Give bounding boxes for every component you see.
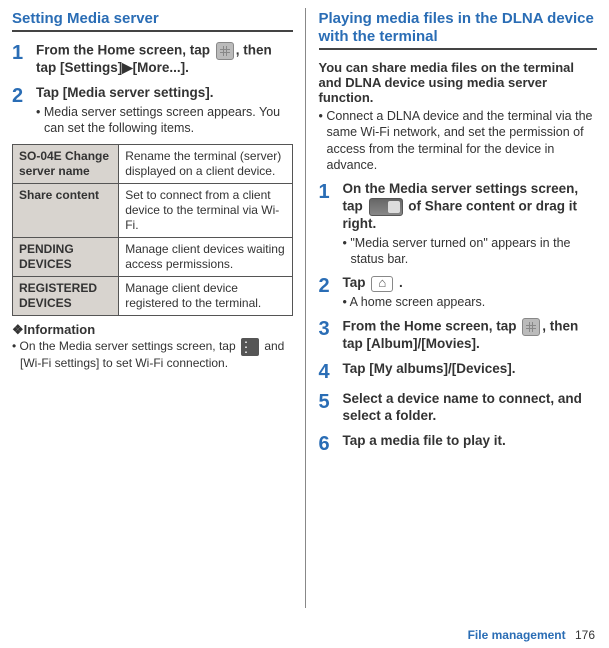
- settings-table: SO-04E Change server name Rename the ter…: [12, 144, 293, 316]
- step-number: 2: [319, 275, 343, 310]
- table-row: PENDING DEVICES Manage client devices wa…: [13, 238, 293, 277]
- step-number: 5: [319, 391, 343, 425]
- text-fragment: [More...].: [133, 60, 189, 75]
- table-label: REGISTERED DEVICES: [13, 277, 119, 316]
- text-fragment: On the Media server settings screen, tap: [20, 339, 239, 353]
- table-label: PENDING DEVICES: [13, 238, 119, 277]
- right-step-3: 3 From the Home screen, tap , then tap […: [319, 318, 598, 353]
- apps-grid-icon: [522, 318, 540, 336]
- step-text: Tap [Media server settings].: [36, 85, 293, 102]
- table-row: Share content Set to connect from a clie…: [13, 184, 293, 238]
- apps-grid-icon: [216, 42, 234, 60]
- text-fragment: From the Home screen, tap: [36, 43, 214, 58]
- step-text: On the Media server settings screen, tap…: [343, 181, 598, 233]
- right-step-4: 4 Tap [My albums]/[Devices].: [319, 361, 598, 383]
- step-subtext: "Media server turned on" appears in the …: [343, 235, 598, 268]
- table-desc: Set to connect from a client device to t…: [119, 184, 292, 238]
- title-underline: [12, 30, 293, 32]
- right-column: Playing media files in the DLNA device w…: [305, 0, 609, 648]
- table-desc: Manage client device registered to the t…: [119, 277, 292, 316]
- right-step-6: 6 Tap a media file to play it.: [319, 433, 598, 455]
- table-label: Share content: [13, 184, 119, 238]
- table-row: REGISTERED DEVICES Manage client device …: [13, 277, 293, 316]
- home-button-icon: [371, 276, 393, 292]
- page-footer: File management 176: [468, 628, 595, 642]
- table-row: SO-04E Change server name Rename the ter…: [13, 145, 293, 184]
- step-text: Select a device name to connect, and sel…: [343, 391, 598, 425]
- left-step-1: 1 From the Home screen, tap , then tap […: [12, 42, 293, 77]
- toggle-switch-icon: [369, 198, 403, 216]
- step-number: 1: [319, 181, 343, 267]
- title-underline: [319, 48, 598, 50]
- text-fragment: From the Home screen, tap: [343, 319, 521, 334]
- table-label: SO-04E Change server name: [13, 145, 119, 184]
- step-number: 3: [319, 318, 343, 353]
- step-subtext: A home screen appears.: [343, 294, 598, 310]
- footer-section-label: File management: [468, 628, 566, 642]
- arrow-icon: ▶: [122, 60, 132, 75]
- step-text: From the Home screen, tap , then tap [Al…: [343, 318, 598, 353]
- right-section-title: Playing media files in the DLNA device w…: [319, 10, 598, 46]
- step-text: From the Home screen, tap , then tap [Se…: [36, 42, 293, 77]
- information-heading: ❖Information: [12, 322, 293, 338]
- right-step-1: 1 On the Media server settings screen, t…: [319, 181, 598, 267]
- step-number: 6: [319, 433, 343, 455]
- note-text: Connect a DLNA device and the terminal v…: [319, 108, 598, 173]
- step-text: Tap [My albums]/[Devices].: [343, 361, 598, 378]
- table-desc: Rename the terminal (server) displayed o…: [119, 145, 292, 184]
- step-subtext: Media server settings screen appears. Yo…: [36, 104, 293, 137]
- step-text: Tap a media file to play it.: [343, 433, 598, 450]
- step-number: 2: [12, 85, 36, 136]
- left-section-title: Setting Media server: [12, 10, 293, 28]
- left-column: Setting Media server 1 From the Home scr…: [0, 0, 305, 648]
- text-fragment: .: [395, 275, 403, 290]
- step-number: 4: [319, 361, 343, 383]
- right-step-5: 5 Select a device name to connect, and s…: [319, 391, 598, 425]
- table-desc: Manage client devices waiting access per…: [119, 238, 292, 277]
- section-intro: You can share media files on the termina…: [319, 60, 598, 105]
- left-step-2: 2 Tap [Media server settings]. Media ser…: [12, 85, 293, 136]
- page-number: 176: [575, 628, 595, 642]
- information-text: On the Media server settings screen, tap…: [12, 338, 293, 372]
- text-fragment: Tap: [343, 275, 370, 290]
- step-number: 1: [12, 42, 36, 77]
- right-step-2: 2 Tap . A home screen appears.: [319, 275, 598, 310]
- step-text: Tap .: [343, 275, 598, 292]
- overflow-menu-icon: [241, 338, 259, 356]
